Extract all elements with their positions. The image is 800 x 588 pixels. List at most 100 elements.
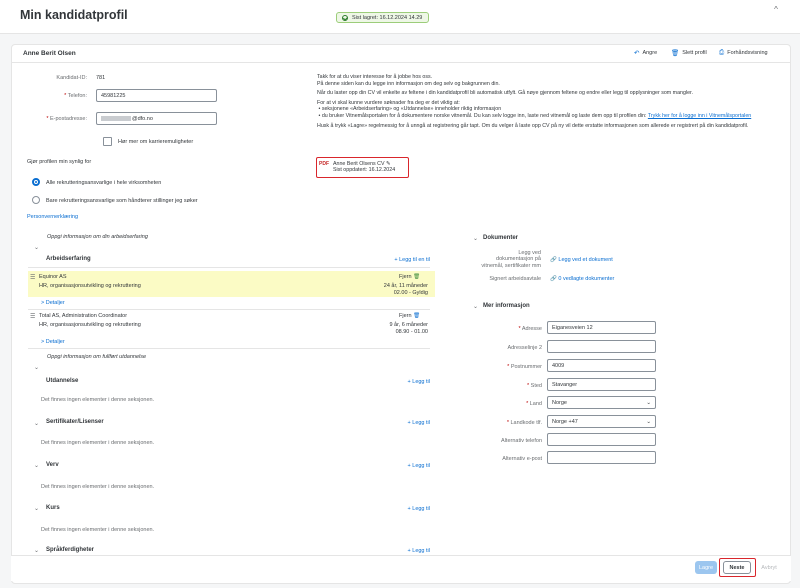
experience-details-link[interactable]: > Detaljer	[41, 300, 65, 306]
chevron-down-icon[interactable]: ⌄	[473, 235, 478, 242]
chevron-down-icon[interactable]: ⌄	[34, 462, 39, 469]
info-line: Husk å trykk «Lagre» regelmessig for å u…	[317, 122, 749, 129]
country-code-select[interactable]: Norge +47 ⌄	[547, 415, 656, 428]
add-language-button[interactable]: + Legg til	[380, 548, 430, 554]
trash-icon: 🗑	[413, 274, 421, 280]
experience-duration: 24 år, 11 måneder	[383, 283, 428, 289]
alt-email-label: Alternativ e-post	[502, 456, 542, 462]
add-verv-button[interactable]: + Legg til	[380, 463, 430, 469]
alt-email-field[interactable]	[547, 451, 656, 464]
country-label: * Land	[526, 401, 542, 407]
courses-empty: Det finnes ingen elementer i denne seksj…	[41, 527, 155, 533]
address-field[interactable]: Eiganesveien 12	[547, 321, 656, 334]
add-certificate-button[interactable]: + Legg til	[380, 420, 430, 426]
alt-phone-field[interactable]	[547, 433, 656, 446]
add-experience-button[interactable]: + Legg til en til	[380, 257, 430, 263]
experience-employer: Total AS, Administration Coordinator	[39, 313, 128, 319]
saved-status-badge: Sist lagret: 16.12.2024 14.29	[336, 12, 430, 23]
documents-title: Dokumenter	[483, 235, 519, 241]
career-checkbox-label: Hør mer om karrieremuligheter	[118, 139, 194, 145]
postal-field[interactable]: 4009	[547, 359, 656, 372]
visibility-option-all: Alle rekrutteringsansvarlige i hele virk…	[46, 180, 162, 186]
chevron-down-icon[interactable]: ⌄	[34, 244, 39, 251]
attach-document-link[interactable]: 🔗 Legg ved et dokument	[550, 257, 613, 263]
vitnemal-link[interactable]: Trykk her for å logge inn i Vitnemålspor…	[648, 113, 751, 119]
phone-label: * Telefon:	[64, 93, 87, 99]
candidate-id-label: Kandidat-ID:	[56, 75, 87, 81]
experience-prompt: Oppgi informasjon om din arbeidserfaring	[47, 234, 148, 240]
collapse-header-icon[interactable]: ^	[771, 5, 781, 15]
trash-icon: 🗑	[671, 50, 680, 57]
preview-button[interactable]: ⎙ Forhåndsvisning	[719, 49, 768, 57]
divider	[28, 309, 430, 310]
address2-field[interactable]	[547, 340, 656, 353]
visibility-radio-all[interactable]	[32, 178, 40, 186]
delete-profile-button[interactable]: 🗑 Slett profil	[671, 49, 707, 57]
save-button[interactable]: Lagre	[695, 561, 717, 574]
chevron-down-icon[interactable]: ⌄	[34, 547, 39, 554]
delete-profile-label: Slett profil	[682, 50, 707, 56]
info-text: Takk for at du viser interesse for å job…	[317, 74, 767, 129]
email-domain: @dfo.no	[132, 115, 153, 122]
privacy-link[interactable]: Personvernerklæring	[27, 214, 78, 220]
experience-period: 08.90 - 01.00	[395, 329, 428, 335]
country-code-value: Norge +47	[552, 418, 578, 425]
visibility-radio-limited[interactable]	[32, 196, 40, 204]
verv-empty: Det finnes ingen elementer i denne seksj…	[41, 484, 155, 490]
documents-label: Legg ved dokumentasjon på vitnemål, sertif…	[481, 250, 541, 269]
pdf-file-icon: PDF	[319, 161, 329, 167]
print-icon: ⎙	[719, 49, 725, 56]
preview-label: Forhåndsvisning	[727, 50, 768, 56]
paperclip-icon: 🔗	[550, 276, 557, 282]
drag-handle-icon[interactable]: ☰	[30, 274, 35, 281]
city-label: * Sted	[527, 383, 542, 389]
add-course-button[interactable]: + Legg til	[380, 506, 430, 512]
chevron-down-icon[interactable]: ⌄	[34, 420, 39, 427]
drag-handle-icon[interactable]: ☰	[30, 313, 35, 320]
email-redacted	[101, 116, 131, 121]
alt-phone-label: Alternativ telefon	[501, 438, 542, 444]
phone-field[interactable]: 45981225	[96, 89, 217, 102]
experience-role: HR, organisasjonsutvikling og rekrutteri…	[39, 322, 141, 328]
country-select[interactable]: Norge ⌄	[547, 396, 656, 409]
city-field[interactable]: Stavanger	[547, 378, 656, 391]
footer-bar	[11, 555, 791, 581]
divider	[28, 267, 430, 268]
country-value: Norge	[552, 399, 567, 406]
email-field[interactable]: @dfo.no	[96, 112, 217, 125]
cv-updated: Sist oppdatert: 16.12.2024	[333, 167, 396, 173]
experience-role: HR, organisasjonsutvikling og rekrutteri…	[39, 283, 141, 289]
undo-button[interactable]: ↶ Angre	[634, 49, 657, 57]
career-checkbox[interactable]	[103, 137, 112, 146]
chevron-down-icon: ⌄	[646, 399, 651, 406]
undo-label: Angre	[642, 50, 658, 56]
chevron-down-icon[interactable]: ⌄	[34, 505, 39, 512]
info-line: På denne siden kan du legge inn informas…	[317, 80, 500, 87]
info-line: For at vi skal kunne vurdere søknader fr…	[317, 99, 460, 106]
experience-period: 02.00 - Gyldig	[393, 290, 428, 296]
add-education-button[interactable]: + Legg til	[380, 379, 430, 385]
chevron-down-icon[interactable]: ⌄	[34, 364, 39, 371]
agreement-docs-link[interactable]: 🔗 0 vedlagte dokumenter	[550, 276, 614, 282]
info-line: Takk for at du viser interesse for å job…	[317, 74, 433, 80]
remove-experience-button[interactable]: Fjern 🗑	[399, 313, 420, 319]
check-circle-icon	[342, 14, 348, 21]
candidate-name: Anne Berit Olsen	[23, 50, 76, 57]
cv-attachment[interactable]: PDF Anne Berit Olsens CV ✎ Sist oppdater…	[319, 161, 395, 173]
remove-experience-button[interactable]: Fjern 🗑	[399, 274, 420, 280]
candidate-id-value: 781	[96, 75, 106, 81]
chevron-down-icon: ⌄	[646, 418, 651, 425]
experience-employer: Equinor AS	[39, 274, 67, 280]
cancel-button[interactable]: Avbryt	[757, 561, 781, 574]
paperclip-icon: 🔗	[550, 257, 557, 263]
agreement-label: Signert arbeidsavtale	[489, 276, 541, 282]
verv-title: Verv	[46, 462, 59, 468]
languages-title: Språkferdigheter	[46, 547, 95, 553]
experience-details-link[interactable]: > Detaljer	[41, 339, 65, 345]
country-code-label: * Landkode tlf.	[506, 420, 542, 426]
next-button[interactable]: Neste	[723, 561, 751, 574]
chevron-down-icon[interactable]: ⌄	[473, 303, 478, 310]
info-bullet: du bruker Vitnemålsportalen for å dokume…	[321, 112, 647, 119]
email-label: * E-postadresse:	[46, 116, 87, 122]
education-prompt: Oppgi informasjon om fullført utdannelse	[47, 354, 147, 360]
